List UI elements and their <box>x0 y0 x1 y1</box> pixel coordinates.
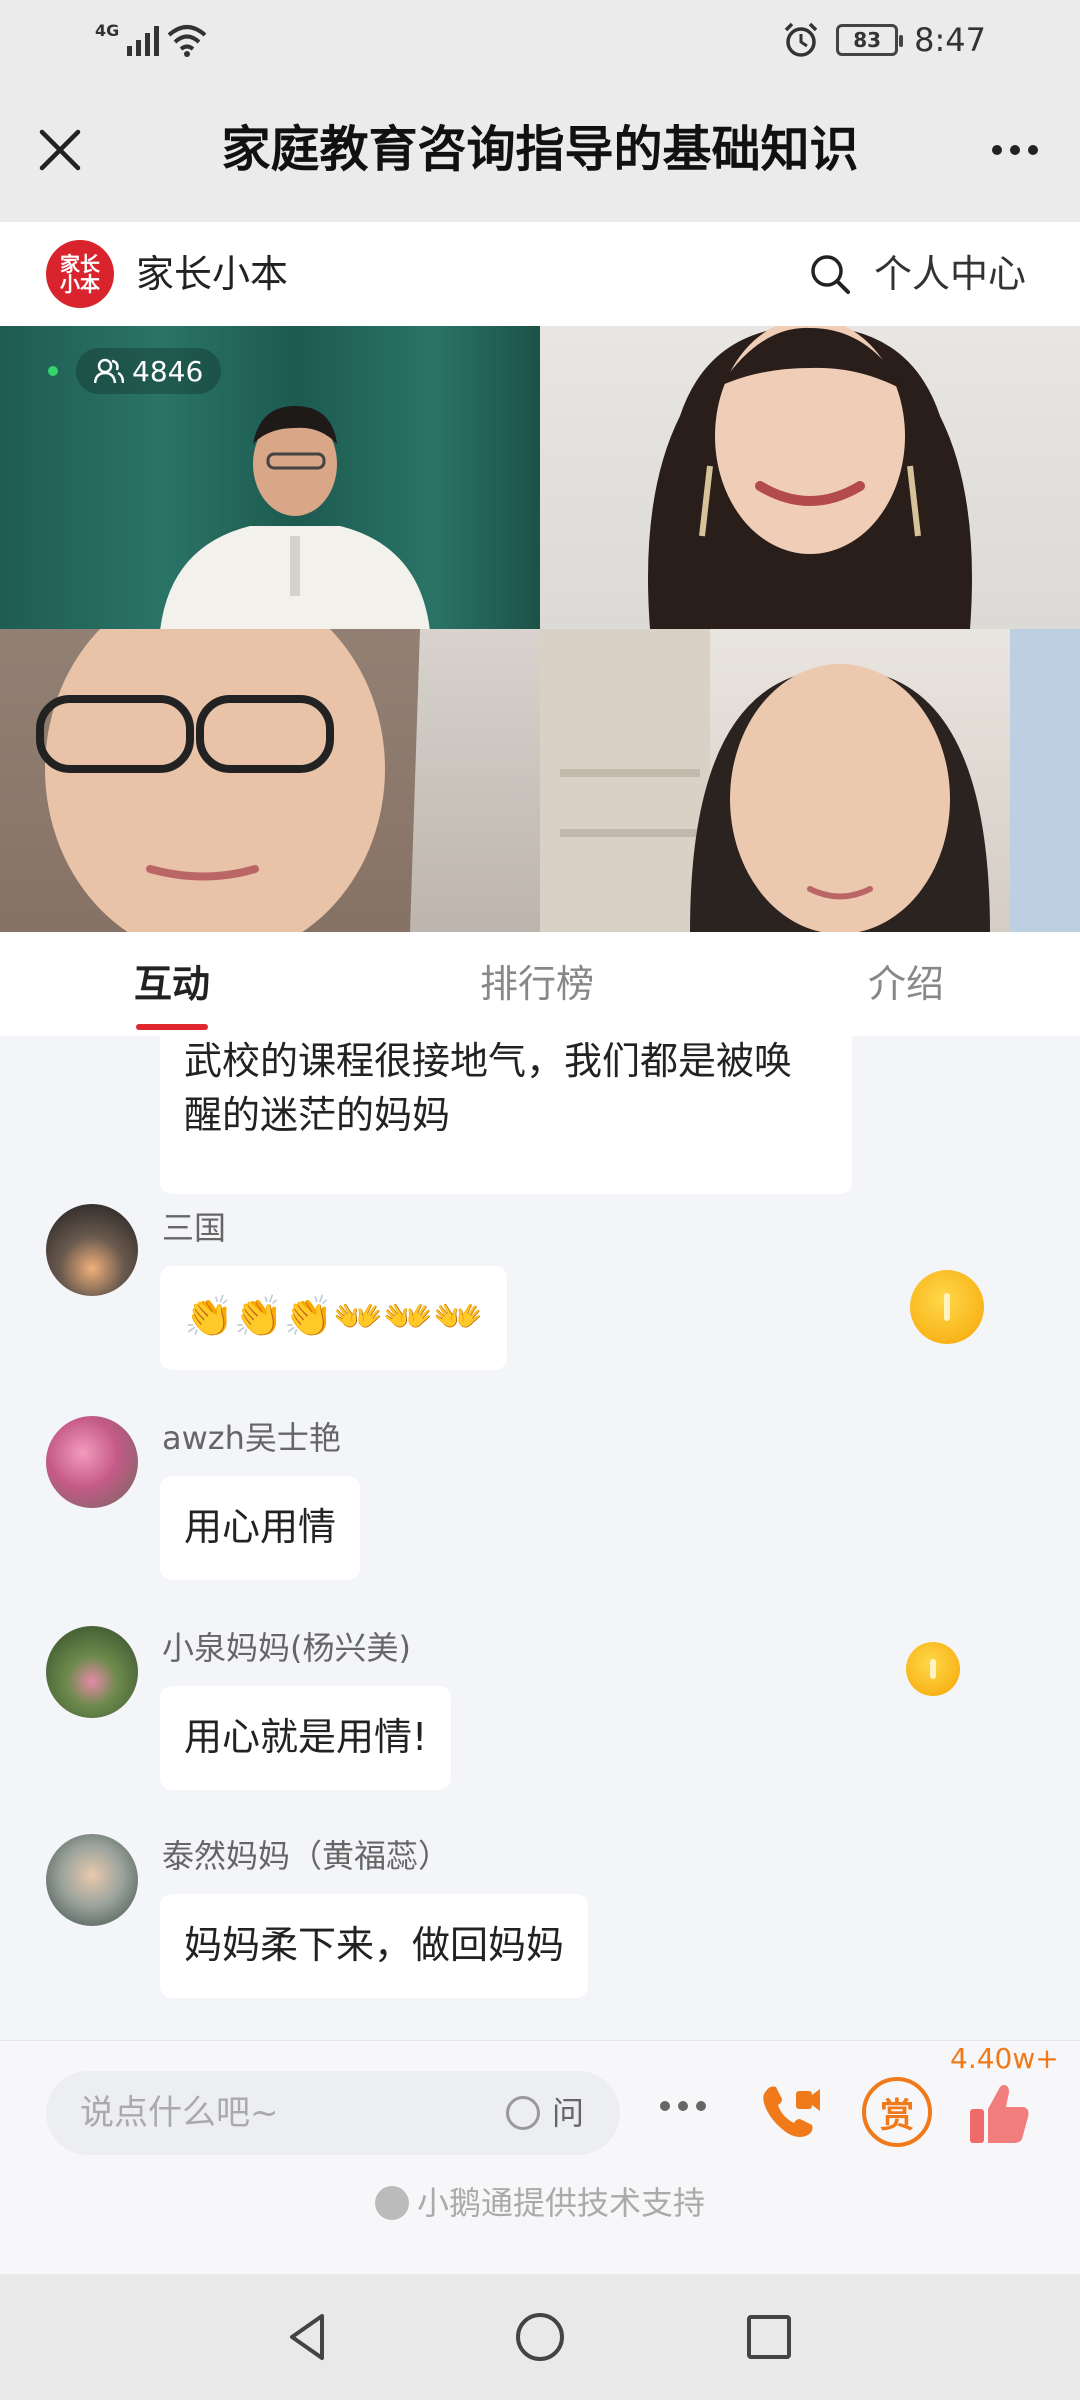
chat-message-text: 用心用情 <box>184 1505 337 1549</box>
personal-center-link[interactable]: 个人中心 <box>874 246 1026 302</box>
more-dot-icon <box>1028 145 1038 155</box>
comment-placeholder: 说点什么吧~ <box>80 2093 279 2133</box>
avatar[interactable] <box>46 1204 138 1296</box>
alarm-icon <box>784 22 818 57</box>
status-left: 4G <box>95 18 207 62</box>
radio-icon <box>505 2096 540 2130</box>
reward-coin-icon <box>906 1642 960 1696</box>
active-tab-indicator <box>136 1024 208 1030</box>
video-call-icon[interactable] <box>756 2077 826 2147</box>
brand-bar: 家长 小本 家长小本 个人中心 <box>0 222 1080 326</box>
chat-bubble: 👏👏👏👐👐👐 <box>160 1266 507 1370</box>
more-dot-icon <box>660 2101 670 2111</box>
chat-username: 泰然妈妈（黄福蕊） <box>162 1837 451 1875</box>
chat-username: 小泉妈妈(杨兴美) <box>162 1629 411 1667</box>
home-icon[interactable] <box>507 2304 573 2370</box>
chat-bubble: 妈妈柔下来，做回妈妈 <box>160 1894 589 1998</box>
chat-bubble: 用心就是用情! <box>160 1686 452 1790</box>
reward-coin-icon <box>910 1270 984 1344</box>
chat-username: awzh吴士艳 <box>162 1419 341 1457</box>
back-icon[interactable] <box>276 2304 342 2370</box>
status-right: 83 8:47 <box>782 16 986 64</box>
close-icon[interactable] <box>30 120 90 180</box>
video-tile-host[interactable]: 4846 <box>0 326 540 629</box>
viewer-count: 4846 <box>132 354 204 388</box>
more-dot-icon <box>678 2101 688 2111</box>
video-tile-guest-3[interactable] <box>540 629 1080 932</box>
chat-message-text: 用心就是用情! <box>184 1715 428 1759</box>
ask-label: 问 <box>551 2094 584 2132</box>
search-icon[interactable] <box>808 252 852 296</box>
tab-ranking[interactable]: 排行榜 <box>480 958 594 1010</box>
chat-message-text: 妈妈柔下来，做回妈妈 <box>184 1923 565 1967</box>
more-dot-icon <box>1010 145 1020 155</box>
powered-by: 小鹅通提供技术支持 <box>0 2181 1080 2225</box>
recents-icon[interactable] <box>736 2304 802 2370</box>
tab-introduction[interactable]: 介绍 <box>868 958 944 1010</box>
people-icon <box>94 358 124 384</box>
viewer-count-badge: 4846 <box>76 348 222 394</box>
comment-input[interactable]: 说点什么吧~ 问 <box>46 2071 620 2155</box>
chat-message-text: 👏👏👏👐👐👐 <box>184 1294 483 1340</box>
more-dot-icon <box>992 145 1002 155</box>
brand-name[interactable]: 家长小本 <box>136 246 288 302</box>
tab-interaction[interactable]: 互动 <box>134 958 210 1010</box>
chat-list[interactable]: 武校的课程很接地气，我们都是被唤醒的迷茫的妈妈 三国 👏👏👏👐👐👐 awzh吴士… <box>0 1036 1080 2040</box>
live-video-grid[interactable]: 4846 <box>0 326 1080 932</box>
avatar[interactable] <box>46 1626 138 1718</box>
battery-icon: 83 <box>836 24 904 56</box>
signal-icon <box>127 24 160 56</box>
system-nav-bar <box>0 2274 1080 2400</box>
ask-question-toggle[interactable]: 问 <box>505 2087 584 2139</box>
more-actions-button[interactable] <box>660 2101 706 2111</box>
bottom-input-bar: 4.40w+ 说点什么吧~ 问 赏 小鹅通提供技术支持 <box>0 2040 1080 2274</box>
live-indicator <box>48 366 58 376</box>
chat-username: 三国 <box>162 1209 227 1247</box>
video-tile-guest-2[interactable] <box>0 629 540 932</box>
network-type: 4G <box>95 20 120 40</box>
more-dot-icon <box>696 2101 706 2111</box>
host-figure <box>160 406 430 629</box>
video-tile-guest-1[interactable] <box>540 326 1080 629</box>
guest-figure <box>540 629 1080 932</box>
thumbs-up-icon[interactable] <box>966 2079 1034 2147</box>
brand-logo[interactable]: 家长 小本 <box>46 240 114 308</box>
guest-figure <box>0 629 420 932</box>
page-title: 家庭教育咨询指导的基础知识 <box>221 121 859 178</box>
like-count: 4.40w+ <box>950 2042 1059 2075</box>
avatar[interactable] <box>46 1416 138 1508</box>
more-menu-button[interactable] <box>980 120 1050 180</box>
status-bar: 4G 83 8:47 <box>0 0 1080 80</box>
chat-message-text: 武校的课程很接地气，我们都是被唤醒的迷茫的妈妈 <box>184 1039 793 1137</box>
chat-bubble: 用心用情 <box>160 1476 361 1580</box>
xiaoetong-logo-icon <box>374 2186 409 2220</box>
title-bar: 家庭教育咨询指导的基础知识 <box>0 80 1080 222</box>
guest-figure <box>648 326 972 629</box>
reward-button[interactable]: 赏 <box>862 2077 932 2147</box>
powered-by-text: 小鹅通提供技术支持 <box>416 2184 705 2222</box>
avatar[interactable] <box>46 1834 138 1926</box>
wifi-icon <box>167 25 207 57</box>
clock: 8:47 <box>914 21 986 59</box>
tab-bar: 互动 排行榜 介绍 <box>0 932 1080 1036</box>
battery-level: 83 <box>853 28 882 52</box>
chat-bubble: 武校的课程很接地气，我们都是被唤醒的迷茫的妈妈 <box>160 1036 852 1194</box>
